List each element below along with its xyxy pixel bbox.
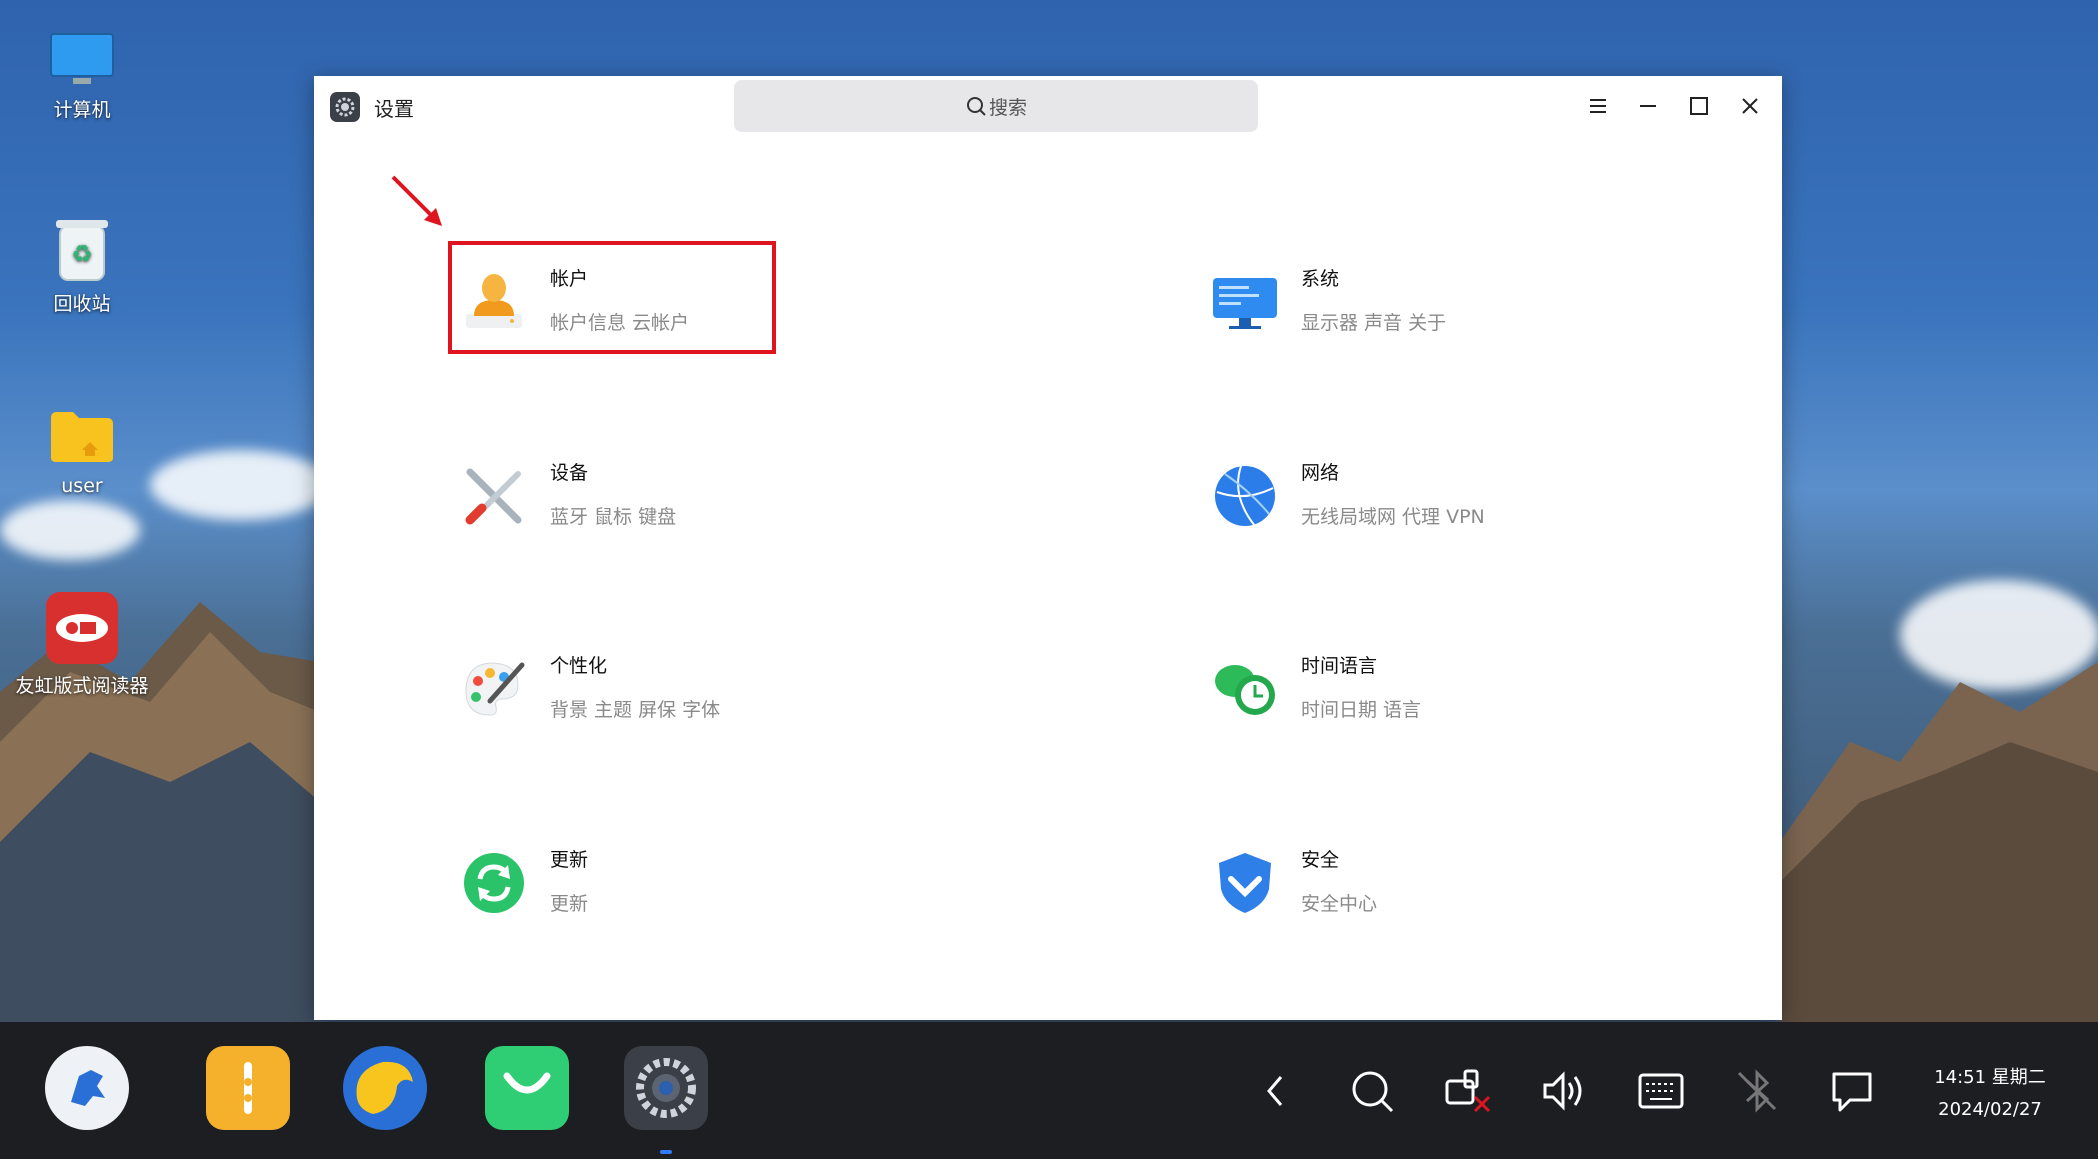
desktop-icon-user-folder[interactable]: user xyxy=(12,408,152,497)
ofd-reader-icon xyxy=(46,592,118,664)
tray-network-button[interactable] xyxy=(1444,1066,1494,1116)
settings-item-devices[interactable]: 设备 蓝牙 鼠标 键盘 xyxy=(460,448,980,558)
chevron-left-icon xyxy=(1267,1076,1283,1106)
maximize-icon xyxy=(1690,97,1708,115)
close-icon xyxy=(1742,98,1758,114)
settings-item-title: 个性化 xyxy=(550,655,608,677)
search-icon xyxy=(966,97,986,116)
clock-date: 2024/02/27 xyxy=(1938,1099,2042,1120)
settings-item-title: 更新 xyxy=(550,849,589,871)
search-icon xyxy=(1352,1071,1394,1113)
taskbar-app-file-manager[interactable] xyxy=(206,1046,290,1130)
annotation-highlight-box xyxy=(448,241,776,354)
taskbar-app-browser[interactable] xyxy=(343,1046,427,1130)
window-title: 设置 xyxy=(374,97,414,121)
desktop-icon-label: 友虹版式阅读器 xyxy=(15,675,149,697)
desktop-icon-ofd-reader[interactable]: 友虹版式阅读器 xyxy=(12,592,152,697)
minimize-button[interactable] xyxy=(1632,90,1664,122)
volume-icon xyxy=(1543,1071,1582,1111)
tray-notifications-button[interactable] xyxy=(1827,1066,1877,1116)
tray-collapse-button[interactable] xyxy=(1250,1066,1300,1116)
minimize-icon xyxy=(1640,105,1656,107)
app-store-icon xyxy=(503,1072,551,1094)
settings-item-subtitle: 无线局域网 代理 VPN xyxy=(1301,506,1485,528)
clock-time: 14:51 星期二 xyxy=(1934,1067,2046,1088)
tools-icon xyxy=(465,468,522,525)
settings-item-title: 安全 xyxy=(1301,849,1340,871)
settings-item-subtitle: 更新 xyxy=(550,893,589,915)
tray-volume-button[interactable] xyxy=(1540,1066,1590,1116)
settings-item-network[interactable]: 网络 无线局域网 代理 VPN xyxy=(1211,448,1731,558)
globe-icon xyxy=(1215,465,1275,527)
search-input[interactable]: 搜索 xyxy=(734,80,1258,132)
settings-item-title: 设备 xyxy=(550,462,589,484)
gear-icon xyxy=(335,97,355,117)
desktop-icon-label: 回收站 xyxy=(53,293,111,315)
settings-item-subtitle: 蓝牙 鼠标 键盘 xyxy=(550,506,677,528)
annotation-arrow-icon xyxy=(391,175,442,226)
title-bar: 设置 搜索 xyxy=(314,76,1782,136)
settings-item-system[interactable]: 系统 显示器 声音 关于 xyxy=(1211,254,1731,364)
settings-item-security[interactable]: 安全 安全中心 xyxy=(1211,835,1731,945)
monitor-icon xyxy=(1213,278,1277,329)
time-language-icon xyxy=(1215,665,1275,715)
settings-window: 设置 搜索 帐户 帐户信息 云帐户 系统 显示器 声音 关于 设备 蓝牙 鼠标 … xyxy=(314,76,1782,1020)
settings-item-title: 系统 xyxy=(1301,268,1340,290)
active-app-indicator xyxy=(660,1150,672,1154)
search-placeholder: 搜索 xyxy=(988,96,1027,119)
hamburger-menu-icon xyxy=(1590,99,1606,113)
taskbar: 14:51 星期二 2024/02/27 xyxy=(0,1022,2098,1159)
settings-item-subtitle: 安全中心 xyxy=(1301,893,1378,915)
network-disconnected-icon xyxy=(1445,1069,1491,1113)
desktop-icon-label: 计算机 xyxy=(53,99,111,121)
computer-icon xyxy=(50,33,114,84)
kylin-logo-icon xyxy=(71,1070,105,1106)
settings-item-time-language[interactable]: 时间语言 时间日期 语言 xyxy=(1211,641,1731,751)
gear-icon xyxy=(636,1058,696,1118)
tray-search-button[interactable] xyxy=(1347,1066,1397,1116)
settings-app-icon xyxy=(330,92,360,122)
settings-item-subtitle: 时间日期 语言 xyxy=(1301,699,1422,721)
desktop-icon-computer[interactable]: 计算机 xyxy=(12,32,152,121)
keyboard-icon xyxy=(1638,1073,1684,1109)
folder-icon xyxy=(51,412,113,462)
close-button[interactable] xyxy=(1734,90,1766,122)
tray-bluetooth-button[interactable] xyxy=(1732,1066,1782,1116)
recycle-bin-icon: ♻ xyxy=(56,220,108,281)
settings-item-title: 网络 xyxy=(1301,462,1340,484)
palette-icon xyxy=(465,662,525,716)
taskbar-app-store[interactable] xyxy=(485,1046,569,1130)
desktop-icon-trash[interactable]: ♻ 回收站 xyxy=(12,216,152,315)
shield-icon xyxy=(1219,853,1271,913)
settings-item-subtitle: 背景 主题 屏保 字体 xyxy=(550,699,721,721)
maximize-button[interactable] xyxy=(1683,90,1715,122)
settings-item-subtitle: 显示器 声音 关于 xyxy=(1301,312,1447,334)
bluetooth-off-icon xyxy=(1737,1069,1777,1113)
desktop-icon-label: user xyxy=(61,475,103,497)
taskbar-start-button[interactable] xyxy=(45,1046,129,1130)
taskbar-app-settings[interactable] xyxy=(624,1046,708,1130)
tray-keyboard-button[interactable] xyxy=(1636,1066,1686,1116)
clock[interactable]: 14:51 星期二 2024/02/27 xyxy=(1920,1062,2060,1126)
browser-icon xyxy=(347,1050,423,1126)
settings-item-personalize[interactable]: 个性化 背景 主题 屏保 字体 xyxy=(460,641,980,751)
svg-text:♻: ♻ xyxy=(71,240,93,268)
refresh-icon xyxy=(464,853,524,913)
settings-item-title: 时间语言 xyxy=(1301,655,1378,677)
file-manager-icon xyxy=(244,1062,252,1114)
menu-button[interactable] xyxy=(1582,90,1614,122)
message-icon xyxy=(1832,1072,1872,1112)
settings-item-update[interactable]: 更新 更新 xyxy=(460,835,980,945)
cloud xyxy=(150,450,330,520)
